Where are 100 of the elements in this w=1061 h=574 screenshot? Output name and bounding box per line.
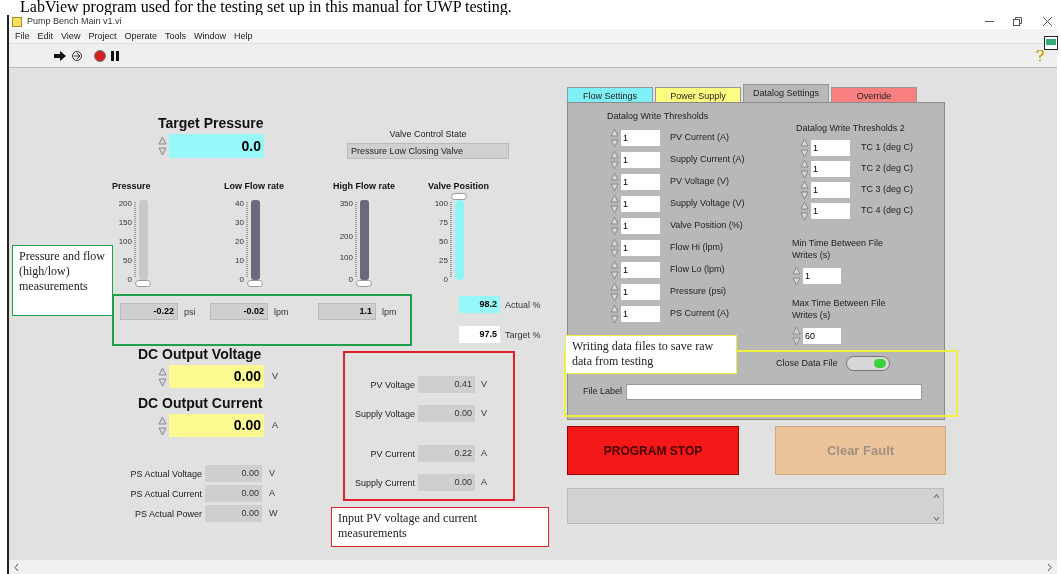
menu-item[interactable]: Tools — [164, 30, 186, 42]
slide-thumb[interactable] — [247, 280, 263, 287]
scale-tick-label: 50 — [439, 237, 448, 246]
scroll-left-icon[interactable] — [14, 564, 19, 571]
slide-thumb[interactable] — [356, 280, 372, 287]
increment-arrows[interactable] — [610, 281, 619, 303]
unit-label: Actual % — [505, 298, 541, 311]
increment-arrows[interactable] — [800, 137, 809, 159]
increment-arrows[interactable] — [158, 365, 167, 388]
run-continuously-icon[interactable] — [71, 50, 83, 62]
increment-arrows[interactable] — [800, 158, 809, 180]
threshold-label: TC 1 (deg C) — [861, 141, 913, 155]
numeric-control[interactable]: 60 — [803, 328, 841, 344]
numeric-control[interactable]: 1 — [811, 182, 850, 198]
slide-label: Valve Position — [428, 180, 490, 192]
unit-label: V — [480, 377, 488, 391]
numeric-indicator: -0.22 — [120, 303, 178, 320]
scale-tick-label: 30 — [235, 218, 244, 227]
menu-item[interactable]: View — [61, 30, 81, 42]
increment-arrows[interactable] — [610, 171, 619, 193]
numeric-control[interactable]: 0.0 — [169, 134, 264, 158]
indicator-label: PS Actual Power — [133, 507, 203, 520]
close-icon[interactable] — [1043, 17, 1052, 26]
numeric-control[interactable]: 1 — [621, 152, 660, 168]
numeric-control[interactable]: 1 — [621, 284, 660, 300]
increment-arrows[interactable] — [800, 179, 809, 201]
numeric-control[interactable]: 1 — [621, 306, 660, 322]
slide-label: High Flow rate — [333, 180, 395, 192]
numeric-indicator: 0.22 — [418, 445, 475, 462]
numeric-indicator: 97.5 — [459, 326, 500, 343]
scale-tick-label: 50 — [123, 256, 132, 265]
threshold-label: PV Current (A) — [670, 131, 729, 145]
run-arrow-icon[interactable] — [54, 51, 66, 61]
increment-arrows[interactable] — [792, 265, 801, 287]
numeric-control[interactable]: 1 — [811, 203, 850, 219]
indicator-label: PV Current — [369, 447, 416, 460]
indicator-label: Valve Control State — [389, 128, 467, 140]
annotation-callout: Input PV voltage and current measurements — [331, 507, 549, 547]
numeric-control[interactable]: 0.00 — [169, 365, 264, 388]
slide-thumb[interactable] — [135, 280, 151, 287]
text-field[interactable] — [626, 384, 923, 400]
numeric-control[interactable]: 1 — [621, 262, 660, 278]
numeric-control[interactable]: 0.00 — [169, 414, 264, 437]
abort-icon[interactable] — [94, 50, 106, 62]
slide-thumb[interactable] — [451, 193, 467, 200]
control-label: Target Pressure — [158, 114, 264, 132]
numeric-indicator: -0.02 — [210, 303, 268, 320]
numeric-control[interactable]: 1 — [621, 196, 660, 212]
toggle-switch[interactable] — [845, 356, 890, 371]
unit-label: A — [268, 486, 276, 500]
scroll-right-icon[interactable] — [1047, 564, 1052, 571]
tab[interactable]: Datalog Settings — [743, 84, 829, 104]
control-label: DC Output Voltage — [138, 345, 262, 363]
increment-arrows[interactable] — [610, 149, 619, 171]
pause-icon[interactable] — [111, 51, 119, 61]
numeric-control[interactable]: 1 — [811, 161, 850, 177]
scale-tick-label: 0 — [443, 275, 448, 284]
program-stop-button[interactable]: PROGRAM STOP — [567, 426, 739, 475]
threshold-label: Valve Position (%) — [670, 219, 743, 233]
threshold-label: Supply Voltage (V) — [670, 197, 745, 211]
numeric-control[interactable]: 1 — [621, 130, 660, 146]
indicator-label: PS Actual Current — [129, 487, 203, 500]
increment-arrows[interactable] — [158, 135, 167, 157]
numeric-control[interactable]: 1 — [811, 140, 850, 156]
indicator-label: Supply Current — [353, 476, 416, 489]
scale-tick-label: 100 — [434, 199, 448, 208]
menu-item[interactable]: Edit — [37, 30, 54, 42]
increment-arrows[interactable] — [610, 237, 619, 259]
threshold-label: TC 2 (deg C) — [861, 162, 913, 176]
increment-arrows[interactable] — [610, 303, 619, 325]
help-icon[interactable] — [1036, 50, 1044, 62]
control-label: Close Data File — [776, 356, 838, 370]
menu-item[interactable]: Window — [193, 30, 226, 42]
numeric-control[interactable]: 1 — [621, 218, 660, 234]
numeric-control[interactable]: 1 — [803, 268, 841, 284]
increment-arrows[interactable] — [792, 325, 801, 347]
scale-tick-label: 40 — [235, 199, 244, 208]
increment-arrows[interactable] — [610, 259, 619, 281]
numeric-control[interactable]: 1 — [621, 174, 660, 190]
unit-label: lpm — [382, 305, 397, 318]
minimize-icon[interactable] — [985, 20, 994, 23]
scroll-up-icon[interactable] — [934, 494, 939, 498]
increment-arrows[interactable] — [158, 414, 167, 437]
numeric-control[interactable]: 1 — [621, 240, 660, 256]
scale-tick-label: 75 — [439, 218, 448, 227]
menu-item[interactable]: File — [15, 30, 30, 42]
increment-arrows[interactable] — [610, 193, 619, 215]
scroll-down-icon[interactable] — [934, 517, 939, 521]
increment-arrows[interactable] — [610, 127, 619, 149]
unit-label: V — [480, 406, 488, 420]
menu-item[interactable]: Operate — [124, 30, 157, 42]
increment-arrows[interactable] — [610, 215, 619, 237]
menu-item[interactable]: Project — [88, 30, 117, 42]
increment-arrows[interactable] — [800, 200, 809, 222]
numeric-indicator: 0.00 — [418, 405, 475, 422]
threshold-label: Pressure (psi) — [670, 285, 726, 299]
maximize-icon[interactable] — [1013, 17, 1022, 26]
threshold-label: Supply Current (A) — [670, 153, 745, 167]
control-label: DC Output Current — [138, 394, 263, 412]
menu-item[interactable]: Help — [233, 30, 253, 42]
